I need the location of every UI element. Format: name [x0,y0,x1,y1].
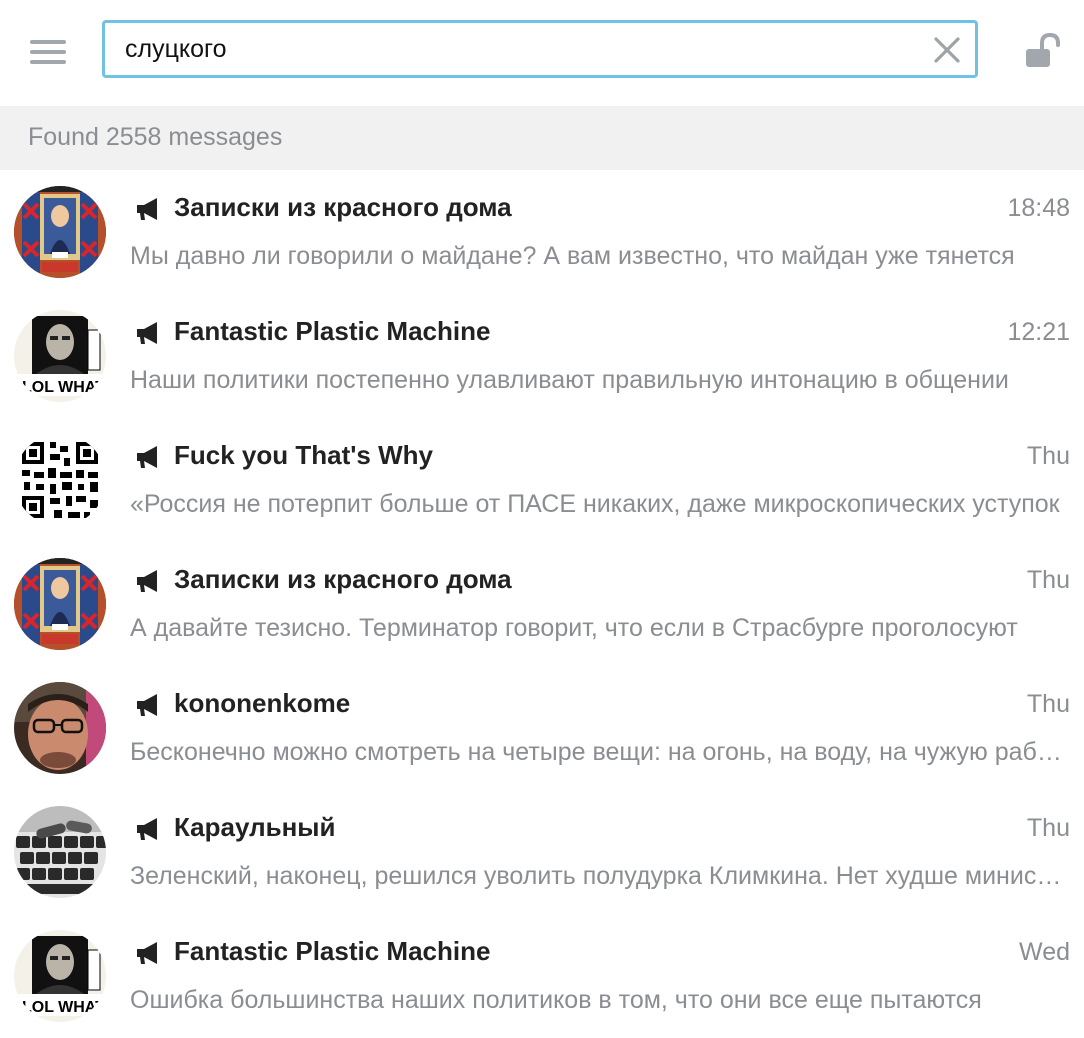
list-item[interactable]: Fantastic Plastic Machine 12:21 Наши пол… [0,294,1084,418]
hamburger-menu-icon[interactable] [30,38,66,66]
megaphone-icon [135,817,161,841]
chat-name: Записки из красного дома [174,564,512,594]
message-snippet: Зеленский, наконец, решился уволить полу… [130,862,1070,890]
painting-portrait-avatar [14,186,106,278]
chat-name: Fantastic Plastic Machine [174,936,491,966]
megaphone-icon [135,693,161,717]
message-snippet: Мы давно ли говорили о майдане? А вам из… [130,242,1015,270]
message-time: 12:21 [1007,318,1070,346]
list-item[interactable]: Караульный Thu Зеленский, наконец, решил… [0,790,1084,914]
message-time: Wed [1019,938,1070,966]
chat-name: Fantastic Plastic Machine [174,316,491,346]
list-item[interactable]: kononenkome Thu Бесконечно можно смотрет… [0,666,1084,790]
chat-name: Караульный [174,812,336,842]
list-item[interactable]: Записки из красного дома 18:48 Мы давно … [0,170,1084,294]
message-snippet: Наши политики постепенно улавливают прав… [130,366,1009,394]
megaphone-icon [135,941,161,965]
message-time: Thu [1026,566,1070,594]
menu-line [30,50,66,54]
search-header [0,0,1084,106]
list-item[interactable]: Fuck you That's Why Thu «Россия не потер… [0,418,1084,542]
telegram-search-window: Found 2558 messages Записки из красного … [0,0,1084,1038]
close-icon[interactable] [933,36,961,64]
chat-name: Fuck you That's Why [174,440,433,470]
lol-what-photo-avatar [14,310,106,402]
search-box[interactable] [102,20,978,78]
unlocked-padlock-icon[interactable] [1022,32,1062,72]
search-input[interactable] [125,31,915,67]
painting-portrait-avatar [14,558,106,650]
megaphone-icon [135,445,161,469]
message-time: 18:48 [1007,194,1070,222]
message-time: Thu [1026,690,1070,718]
menu-line [30,40,66,44]
megaphone-icon [135,569,161,593]
chat-name: Записки из красного дома [174,192,512,222]
qr-code-avatar [14,434,106,526]
message-snippet: «Россия не потерпит больше от ПАСЕ никак… [130,490,1060,518]
megaphone-icon [135,321,161,345]
chat-name: kononenkome [174,688,351,718]
man-with-glasses-avatar [14,682,106,774]
megaphone-icon [135,197,161,221]
results-bar: Found 2558 messages [0,106,1084,170]
list-item[interactable]: Fantastic Plastic Machine Wed Ошибка бол… [0,914,1084,1038]
list-item[interactable]: Записки из красного дома Thu А давайте т… [0,542,1084,666]
message-time: Thu [1026,442,1070,470]
lol-what-photo-avatar [14,930,106,1022]
message-time: Thu [1026,814,1070,842]
results-count: Found 2558 messages [28,123,283,151]
message-snippet: Ошибка большинства наших политиков в том… [130,986,982,1014]
message-snippet: Бесконечно можно смотреть на четыре вещи… [130,738,1070,766]
message-snippet: А давайте тезисно. Терминатор говорит, ч… [130,614,1018,642]
search-results-list: Записки из красного дома 18:48 Мы давно … [0,170,1084,1038]
keyboard-cartridges-avatar [14,806,106,898]
menu-line [30,60,66,64]
